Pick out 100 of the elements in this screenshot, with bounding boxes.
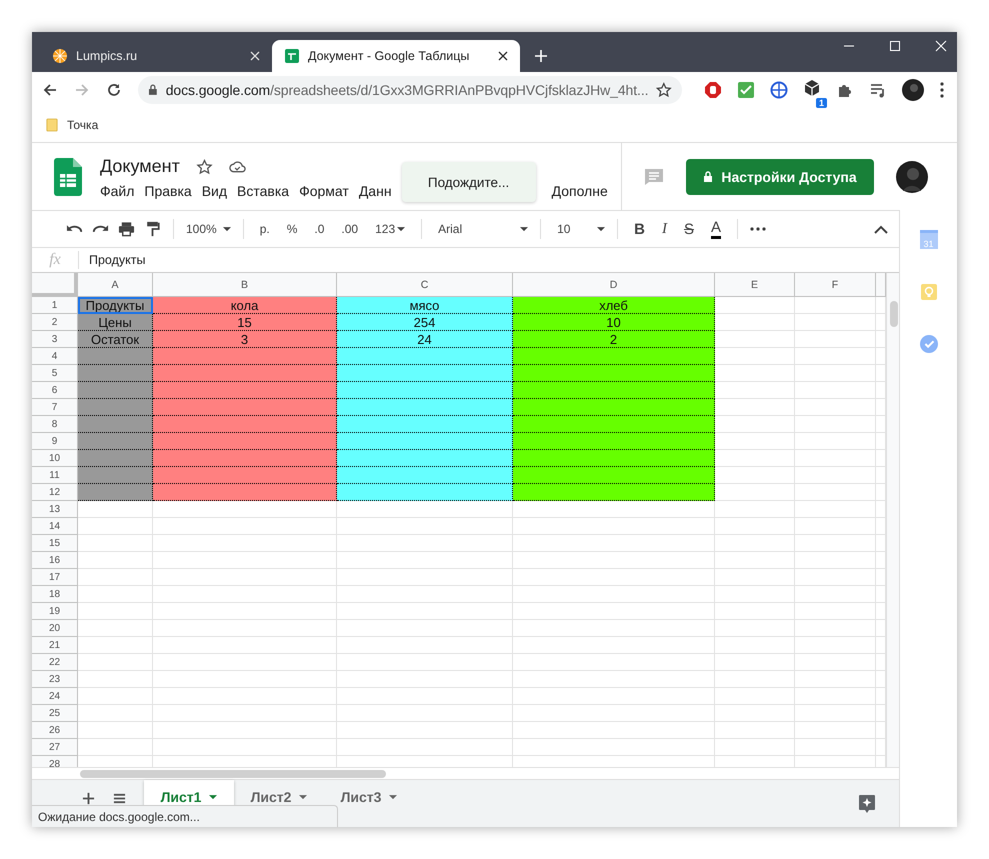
table-cell[interactable] xyxy=(153,552,337,569)
filled-cell[interactable] xyxy=(513,467,715,484)
table-cell[interactable] xyxy=(78,552,153,569)
text-color-button[interactable]: A xyxy=(710,220,721,238)
checkmark-icon[interactable] xyxy=(920,335,938,353)
table-cell[interactable] xyxy=(715,569,795,586)
table-cell[interactable] xyxy=(78,569,153,586)
filled-cell[interactable] xyxy=(78,416,153,433)
table-cell[interactable] xyxy=(795,433,876,450)
table-cell[interactable] xyxy=(715,331,795,348)
column-header[interactable]: D xyxy=(513,273,715,297)
table-cell[interactable] xyxy=(153,501,337,518)
table-cell[interactable] xyxy=(78,722,153,739)
table-cell[interactable] xyxy=(513,671,715,688)
table-cell[interactable] xyxy=(78,654,153,671)
table-cell[interactable] xyxy=(795,552,876,569)
lightbulb-icon[interactable] xyxy=(920,283,938,301)
row-header[interactable]: 9 xyxy=(32,433,78,450)
row-header[interactable]: 5 xyxy=(32,365,78,382)
vertical-scrollbar[interactable] xyxy=(886,273,900,767)
table-cell[interactable]: Остаток xyxy=(78,331,153,348)
filled-cell[interactable] xyxy=(153,450,337,467)
table-cell[interactable] xyxy=(78,739,153,756)
table-cell[interactable] xyxy=(795,705,876,722)
table-cell[interactable] xyxy=(337,739,513,756)
table-cell[interactable] xyxy=(153,705,337,722)
filled-cell[interactable] xyxy=(78,433,153,450)
avatar-icon[interactable] xyxy=(896,160,928,192)
filled-cell[interactable] xyxy=(78,399,153,416)
filled-cell[interactable] xyxy=(513,433,715,450)
table-cell[interactable] xyxy=(795,501,876,518)
plus-icon[interactable] xyxy=(82,792,95,805)
star-icon[interactable] xyxy=(196,158,213,174)
menu-item[interactable]: Дополне xyxy=(552,183,608,199)
filled-cell[interactable] xyxy=(337,416,513,433)
explore-icon[interactable] xyxy=(858,794,876,814)
menu-icon[interactable] xyxy=(113,792,126,805)
cube-icon[interactable] xyxy=(803,78,821,96)
table-cell[interactable] xyxy=(153,739,337,756)
filled-cell[interactable] xyxy=(337,433,513,450)
table-cell[interactable]: 10 xyxy=(513,314,715,331)
row-header[interactable]: 26 xyxy=(32,722,78,739)
row-header[interactable]: 19 xyxy=(32,603,78,620)
row-header[interactable]: 7 xyxy=(32,399,78,416)
table-cell[interactable] xyxy=(513,739,715,756)
select-all-corner[interactable] xyxy=(32,273,78,297)
table-cell[interactable] xyxy=(153,535,337,552)
row-header[interactable]: 1 xyxy=(32,297,78,314)
table-cell[interactable]: 24 xyxy=(337,331,513,348)
table-cell[interactable] xyxy=(715,501,795,518)
row-header[interactable]: 2 xyxy=(32,314,78,331)
filled-cell[interactable] xyxy=(513,382,715,399)
row-header[interactable]: 14 xyxy=(32,518,78,535)
row-header[interactable]: 24 xyxy=(32,688,78,705)
filled-cell[interactable] xyxy=(337,399,513,416)
more-icon[interactable] xyxy=(750,227,766,231)
maximize-icon[interactable] xyxy=(889,40,901,52)
table-cell[interactable] xyxy=(715,297,795,314)
table-cell[interactable] xyxy=(337,722,513,739)
table-cell[interactable] xyxy=(153,518,337,535)
filled-cell[interactable] xyxy=(153,416,337,433)
filled-cell[interactable] xyxy=(78,365,153,382)
table-cell[interactable] xyxy=(715,467,795,484)
row-header[interactable]: 4 xyxy=(32,348,78,365)
row-header[interactable]: 20 xyxy=(32,620,78,637)
playlist-icon[interactable] xyxy=(869,81,887,99)
row-header[interactable]: 15 xyxy=(32,535,78,552)
avatar-icon[interactable] xyxy=(902,79,924,101)
table-cell[interactable]: 2 xyxy=(513,331,715,348)
table-cell[interactable] xyxy=(715,671,795,688)
column-header[interactable]: B xyxy=(153,273,337,297)
filled-cell[interactable] xyxy=(337,484,513,501)
close-icon[interactable] xyxy=(498,51,508,61)
font-size-select[interactable]: 10 xyxy=(557,222,606,236)
bold-button[interactable]: B xyxy=(634,220,645,238)
table-cell[interactable] xyxy=(715,484,795,501)
table-cell[interactable] xyxy=(513,535,715,552)
table-cell[interactable] xyxy=(715,348,795,365)
row-header[interactable]: 17 xyxy=(32,569,78,586)
filled-cell[interactable] xyxy=(513,365,715,382)
browser-tab[interactable]: Lumpics.ru xyxy=(40,40,272,72)
comment-icon[interactable] xyxy=(644,168,664,186)
filled-cell[interactable] xyxy=(153,365,337,382)
menu-item[interactable]: Вставка xyxy=(237,183,290,199)
table-cell[interactable] xyxy=(153,722,337,739)
filled-cell[interactable] xyxy=(78,467,153,484)
table-cell[interactable] xyxy=(795,620,876,637)
table-cell[interactable] xyxy=(715,705,795,722)
table-cell[interactable] xyxy=(715,535,795,552)
table-cell[interactable] xyxy=(795,484,876,501)
table-cell[interactable] xyxy=(715,382,795,399)
column-header[interactable] xyxy=(876,273,886,297)
filled-cell[interactable] xyxy=(153,399,337,416)
table-cell[interactable] xyxy=(337,501,513,518)
table-cell[interactable] xyxy=(78,518,153,535)
table-cell[interactable] xyxy=(78,501,153,518)
table-cell[interactable] xyxy=(78,671,153,688)
table-cell[interactable] xyxy=(513,705,715,722)
row-header[interactable]: 18 xyxy=(32,586,78,603)
filled-cell[interactable] xyxy=(153,433,337,450)
